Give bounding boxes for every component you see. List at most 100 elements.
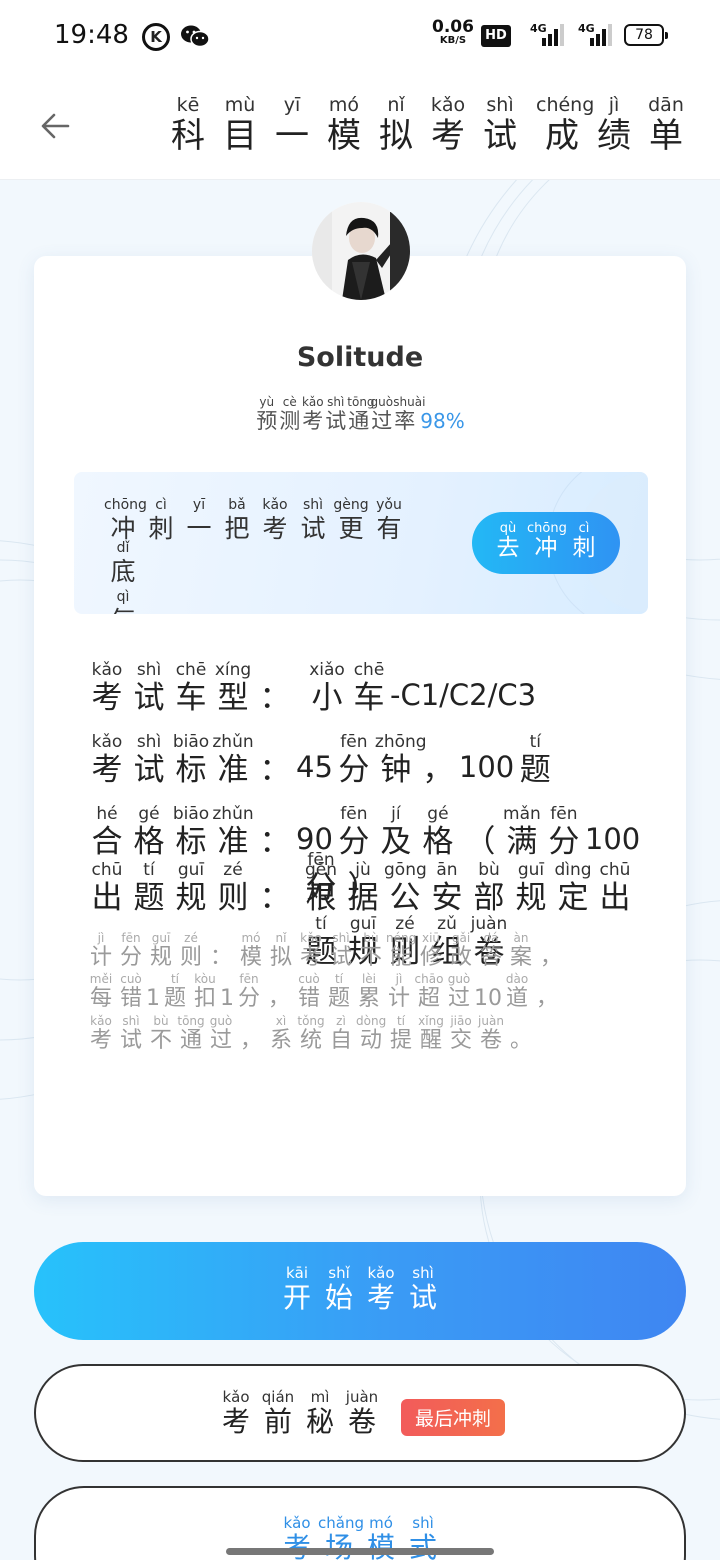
pinyin: kǎo — [301, 395, 324, 409]
pinyin: kǎo — [90, 1014, 112, 1028]
hanzi: 考 — [302, 409, 324, 433]
ruby-char: juàn 卷 — [476, 1015, 506, 1052]
ruby-char: ， — [417, 751, 459, 786]
ruby-char: yù 预 — [255, 396, 278, 432]
pinyin: yī — [283, 94, 301, 116]
pinyin: cè — [282, 395, 297, 409]
app-header: kē 科 mù 目 yī 一 mó 模 nǐ 拟 kǎo 考 shì 试 chéng 成 jì 绩 dān 单 — [0, 72, 720, 180]
ruby-char: biāo 标 — [170, 734, 212, 786]
hanzi: 试 — [133, 680, 165, 716]
sprint-button[interactable]: qù 去 chōng 冲 cì 刺 — [472, 512, 620, 574]
ruby-char: xǐng 醒 — [416, 1015, 446, 1052]
hanzi: 测 — [279, 409, 301, 433]
ruby-char: cè 测 — [278, 396, 301, 432]
pinyin: bù — [153, 1014, 169, 1028]
ruby-char: gēn 根 — [300, 862, 342, 914]
ruby-char: guī 规 — [510, 862, 552, 914]
ruby-char: shì 试 — [402, 1266, 444, 1312]
hanzi: 一 — [186, 514, 212, 543]
hanzi: 规 — [175, 880, 207, 916]
pinyin: shì — [412, 1514, 434, 1532]
ruby-char: měi 每 — [86, 973, 116, 1010]
ruby-char: kǎo 考 — [256, 498, 294, 541]
ruby-char: dá 答 — [476, 932, 506, 969]
hanzi: 超 — [417, 986, 440, 1011]
hanzi: 试 — [325, 409, 347, 433]
ruby-char: ： — [254, 751, 296, 786]
pinyin: gé — [427, 804, 449, 824]
hanzi: 试 — [329, 945, 352, 970]
ruby-char: qián 前 — [257, 1390, 299, 1436]
ruby-char: chē 车 — [348, 662, 390, 714]
pinyin: chǎng — [318, 1514, 364, 1532]
ruby-char: yǒu 有 — [370, 498, 408, 541]
status-time: 19:48 — [54, 20, 129, 50]
hanzi: 标 — [175, 824, 207, 860]
pinyin: qù — [499, 521, 517, 536]
pinyin: yù — [259, 395, 275, 409]
hanzi: 式 — [408, 1531, 437, 1560]
hanzi: 分 — [237, 986, 260, 1011]
hanzi: 前 — [263, 1405, 292, 1438]
signal-icon-2: 4G — [578, 22, 614, 52]
hanzi: ， — [239, 1028, 262, 1053]
pinyin: gēn — [304, 860, 338, 880]
start-exam-button[interactable]: kāi 开 shǐ 始 kǎo 考 shì 试 — [34, 1242, 686, 1340]
hanzi: 有 — [376, 514, 402, 543]
hanzi: 绩 — [597, 116, 631, 156]
pinyin: xiū — [421, 931, 441, 945]
ruby-char: xì 系 — [266, 1015, 296, 1052]
pinyin: chū — [599, 860, 631, 880]
ruby-char: fēn 分 — [333, 734, 375, 786]
hanzi: 始 — [324, 1281, 353, 1314]
ruby-char: zì 自 — [326, 1015, 356, 1052]
hanzi: 格 — [422, 824, 454, 860]
ruby-char: chū 出 — [594, 862, 636, 914]
hanzi: 一 — [275, 116, 309, 156]
hanzi: 部 — [473, 880, 505, 916]
home-indicator[interactable] — [226, 1548, 494, 1555]
sprint-text: chōng冲cì刺yī一bǎ把kǎo考shì试gèng更yǒu有dǐ底 qì气 — [104, 498, 444, 614]
pinyin: tǒng — [297, 1014, 325, 1028]
ruby-char: bù 不 — [146, 1015, 176, 1052]
ruby-char: bǎ 把 — [218, 498, 256, 541]
ruby-char: zé 则 — [212, 862, 254, 914]
pinyin: kǎo — [283, 1514, 311, 1532]
ruby-char: shì 试 — [324, 396, 347, 432]
ruby-char: nǐ 拟 — [266, 932, 296, 969]
hanzi: 合 — [91, 824, 123, 860]
status-bar: 19:48 K 0.06 KB/S HD 4G 4G 78 — [0, 0, 720, 72]
pinyin: shì — [302, 497, 324, 513]
hanzi: 通 — [179, 1028, 202, 1053]
back-button[interactable] — [36, 106, 76, 146]
pinyin: guò — [209, 1014, 233, 1028]
pinyin: yī — [192, 497, 206, 513]
hanzi: 每 — [89, 986, 112, 1011]
ruby-char: gèng 更 — [332, 498, 370, 541]
pinyin: guī — [517, 860, 545, 880]
hanzi: 型 — [217, 680, 249, 716]
ruby-char: zhǔn 准 — [212, 734, 254, 786]
ruby-char: yī 一 — [266, 94, 318, 156]
ruby-char: néng 能 — [386, 932, 416, 969]
pinyin: fēn — [121, 931, 141, 945]
avatar[interactable] — [312, 202, 410, 300]
hanzi: 根 — [305, 880, 337, 916]
ruby-char: shì 试 — [326, 932, 356, 969]
pinyin: kǎo — [300, 931, 322, 945]
ruby-char: xiǎo 小 — [306, 662, 348, 714]
secret-paper-button[interactable]: kǎo 考 qián 前 mì 秘 juàn 卷最后冲刺 — [34, 1364, 686, 1462]
pinyin: biāo — [172, 804, 210, 824]
hanzi: 系 — [269, 1028, 292, 1053]
hanzi: 题 — [519, 752, 551, 788]
pinyin: tōng — [177, 1014, 205, 1028]
hanzi: 卷 — [479, 1028, 502, 1053]
ruby-char: ， — [536, 944, 566, 969]
pinyin: shì — [327, 395, 345, 409]
page-title: kē 科 mù 目 yī 一 mó 模 nǐ 拟 kǎo 考 shì 试 chéng 成 jì 绩 dān 单 — [162, 94, 692, 156]
pinyin: zhǔn — [212, 804, 254, 824]
ruby-char: kǎo 考 — [86, 662, 128, 714]
hanzi: 准 — [217, 752, 249, 788]
ruby-char: cì 刺 — [565, 522, 603, 560]
hanzi: 开 — [282, 1281, 311, 1314]
